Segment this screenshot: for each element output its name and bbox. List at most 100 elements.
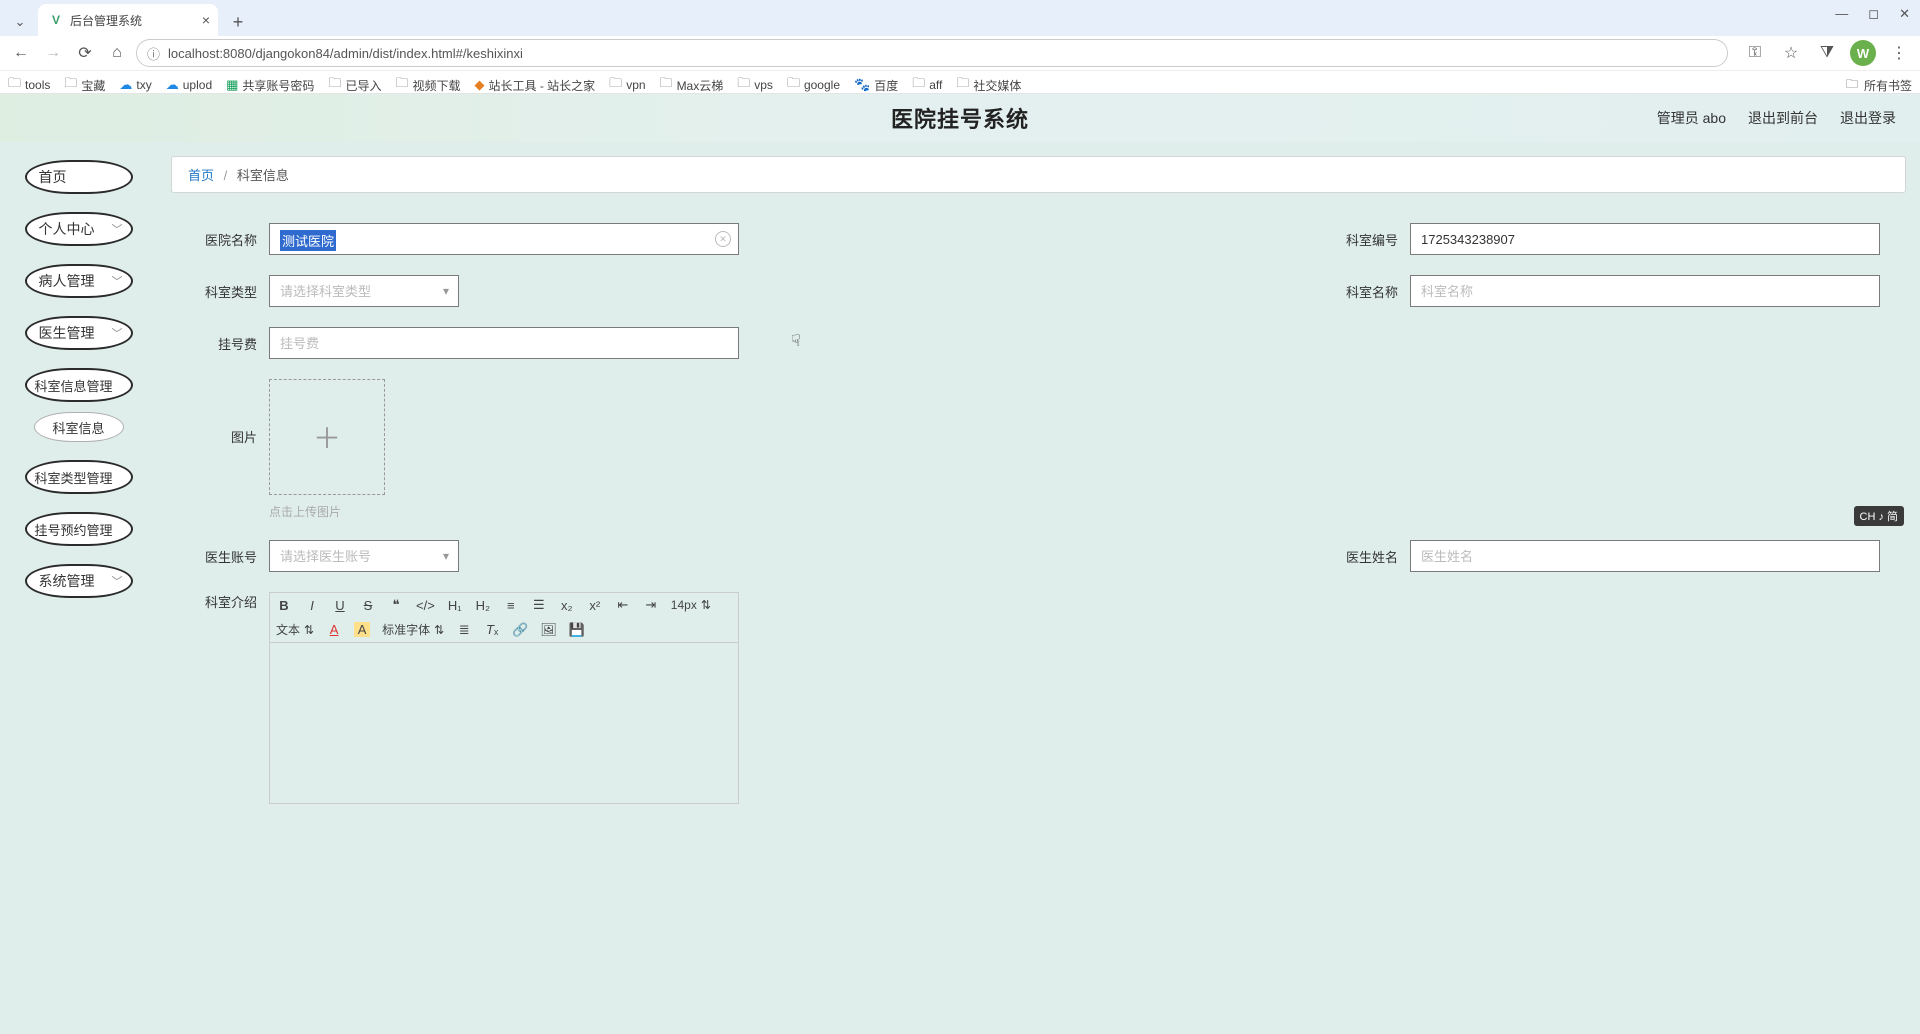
- ime-badge: CH ♪ 简: [1854, 506, 1905, 526]
- folder-icon: 🗀: [328, 74, 341, 96]
- sidebar-item-dept-info-sub[interactable]: 科室信息: [34, 412, 124, 442]
- ol-icon[interactable]: ≡: [503, 598, 519, 613]
- doctor-acct-label: 医生账号: [197, 547, 257, 566]
- exit-to-front-button[interactable]: 退出到前台: [1748, 108, 1818, 128]
- strike-icon[interactable]: S: [360, 598, 376, 613]
- italic-icon[interactable]: I: [304, 598, 320, 613]
- all-bookmarks-button[interactable]: 🗀所有书签: [1846, 75, 1912, 96]
- site-icon: ◆: [475, 77, 485, 93]
- bookmark-item[interactable]: ▦共享账号密码: [226, 77, 314, 94]
- font-color-icon[interactable]: A: [326, 622, 342, 637]
- font-type-select[interactable]: 文本 ⇅: [276, 621, 314, 638]
- forward-icon[interactable]: →: [40, 40, 66, 66]
- star-icon[interactable]: ☆: [1778, 40, 1804, 66]
- sidebar-item-profile[interactable]: 个人中心﹀: [25, 212, 133, 246]
- bookmark-item[interactable]: 🗀vpn: [609, 74, 645, 96]
- bookmark-item[interactable]: 🗀Max云梯: [660, 74, 724, 96]
- image-icon[interactable]: 🖼: [540, 622, 557, 638]
- user-label[interactable]: 管理员 abo: [1657, 108, 1726, 128]
- app-title: 医院挂号系统: [891, 102, 1029, 134]
- indent-icon[interactable]: ⇥: [643, 597, 659, 613]
- sidebar-item-appointment[interactable]: 挂号预约管理: [25, 512, 133, 546]
- bg-color-icon[interactable]: A: [354, 622, 370, 637]
- breadcrumb-current: 科室信息: [237, 168, 289, 183]
- site-info-icon[interactable]: ⓘ: [147, 44, 160, 63]
- sidebar-item-dept-type[interactable]: 科室类型管理: [25, 460, 133, 494]
- bookmark-item[interactable]: 🗀宝藏: [64, 74, 105, 96]
- dept-code-input[interactable]: [1410, 223, 1880, 255]
- clear-format-icon[interactable]: Tₓ: [484, 622, 500, 637]
- bookmark-item[interactable]: ☁txy: [119, 77, 151, 93]
- font-family-select[interactable]: 标准字体 ⇅: [382, 621, 444, 638]
- code-icon[interactable]: </>: [416, 598, 435, 613]
- favicon-icon: V: [48, 12, 64, 28]
- bookmark-item[interactable]: 🗀google: [787, 74, 840, 96]
- editor-content[interactable]: [270, 643, 738, 803]
- bookmark-item[interactable]: 🗀vps: [737, 74, 773, 96]
- bookmark-item[interactable]: ☁uplod: [166, 77, 212, 93]
- breadcrumb-home[interactable]: 首页: [188, 168, 214, 183]
- ul-icon[interactable]: ☰: [531, 597, 547, 613]
- close-tab-icon[interactable]: ×: [202, 12, 210, 28]
- font-size-select[interactable]: 14px ⇅: [671, 598, 711, 612]
- extensions-icon[interactable]: ⧩: [1814, 40, 1840, 66]
- folder-icon: 🗀: [8, 74, 21, 96]
- bookmark-item[interactable]: 🐾百度: [854, 77, 898, 94]
- cloud-icon: ☁: [166, 77, 179, 93]
- reload-icon[interactable]: ⟳: [72, 40, 98, 66]
- outdent-icon[interactable]: ⇤: [615, 597, 631, 613]
- sidebar: 首页 个人中心﹀ 病人管理﹀ 医生管理﹀ 科室信息管理 科室信息 科室类型管理 …: [0, 142, 157, 1034]
- minimize-icon[interactable]: —: [1835, 6, 1848, 22]
- bookmark-item[interactable]: 🗀视频下载: [395, 74, 460, 96]
- bookmark-item[interactable]: 🗀社交媒体: [956, 74, 1021, 96]
- h1-icon[interactable]: H₁: [447, 598, 463, 613]
- dept-code-label: 科室编号: [1338, 230, 1398, 249]
- sub-icon[interactable]: x₂: [559, 598, 575, 613]
- bookmark-item[interactable]: 🗀tools: [8, 74, 50, 96]
- close-window-icon[interactable]: ✕: [1899, 6, 1910, 22]
- align-icon[interactable]: ≣: [456, 622, 472, 638]
- doctor-name-input[interactable]: [1410, 540, 1880, 572]
- new-tab-button[interactable]: +: [224, 8, 252, 36]
- folder-icon: 🗀: [787, 74, 800, 96]
- sidebar-item-patients[interactable]: 病人管理﹀: [25, 264, 133, 298]
- hospital-name-input[interactable]: [269, 223, 739, 255]
- underline-icon[interactable]: U: [332, 598, 348, 613]
- save-icon[interactable]: 💾: [569, 622, 585, 638]
- home-icon[interactable]: ⌂: [104, 40, 130, 66]
- fee-input[interactable]: [269, 327, 739, 359]
- intro-label: 科室介绍: [197, 592, 257, 611]
- kebab-menu-icon[interactable]: ⋮: [1886, 40, 1912, 66]
- address-bar[interactable]: ⓘ localhost:8080/djangokon84/admin/dist/…: [136, 39, 1728, 67]
- sidebar-item-dept-info[interactable]: 科室信息管理: [25, 368, 133, 402]
- sidebar-item-home[interactable]: 首页: [25, 160, 133, 194]
- bookmark-item[interactable]: 🗀已导入: [328, 74, 381, 96]
- key-icon[interactable]: ⚿: [1742, 40, 1768, 66]
- hospital-name-label: 医院名称: [197, 230, 257, 249]
- select-arrows-icon: ⇅: [701, 598, 711, 612]
- logout-button[interactable]: 退出登录: [1840, 108, 1896, 128]
- sup-icon[interactable]: x²: [587, 598, 603, 613]
- quote-icon[interactable]: ❝: [388, 597, 404, 613]
- browser-tab[interactable]: V 后台管理系统 ×: [38, 4, 218, 36]
- profile-avatar[interactable]: W: [1850, 40, 1876, 66]
- sidebar-item-doctors[interactable]: 医生管理﹀: [25, 316, 133, 350]
- image-upload-box[interactable]: ＋: [269, 379, 385, 495]
- tab-list-button[interactable]: ⌄: [6, 8, 34, 36]
- h2-icon[interactable]: H₂: [475, 598, 491, 613]
- clear-icon[interactable]: ✕: [715, 231, 731, 247]
- dept-type-label: 科室类型: [197, 282, 257, 301]
- back-icon[interactable]: ←: [8, 40, 34, 66]
- dept-type-select[interactable]: [269, 275, 459, 307]
- bookmark-item[interactable]: ◆站长工具 - 站长之家: [475, 77, 596, 94]
- sidebar-item-system[interactable]: 系统管理﹀: [25, 564, 133, 598]
- maximize-icon[interactable]: ◻: [1868, 6, 1879, 22]
- bold-icon[interactable]: B: [276, 598, 292, 613]
- doctor-acct-select[interactable]: [269, 540, 459, 572]
- folder-icon: 🗀: [660, 74, 673, 96]
- select-arrows-icon: ⇅: [434, 623, 444, 637]
- link-icon[interactable]: 🔗: [512, 622, 528, 638]
- bookmark-item[interactable]: 🗀aff: [912, 74, 942, 96]
- fee-label: 挂号费: [197, 334, 257, 353]
- dept-name-input[interactable]: [1410, 275, 1880, 307]
